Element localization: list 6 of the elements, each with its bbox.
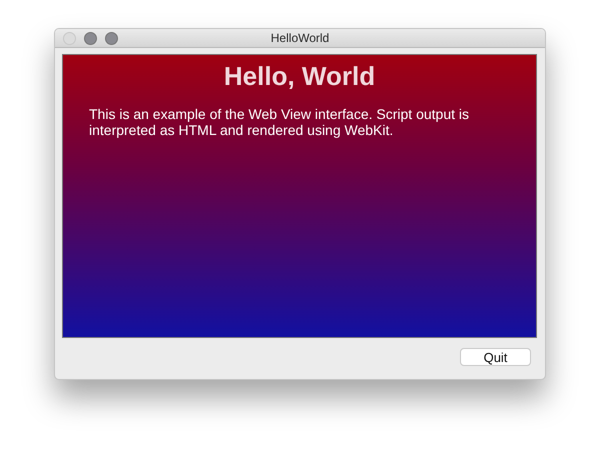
window-control-icon[interactable] (105, 32, 118, 44)
window-title: HelloWorld (270, 31, 330, 45)
quit-button[interactable]: Quit (460, 348, 531, 366)
body-text: This is an example of the Web View interface. Script output is interpreted as HTML and rendered using WebKit. (89, 106, 470, 138)
window-control-icon[interactable] (84, 32, 97, 44)
heading: Hello, World (224, 61, 376, 92)
